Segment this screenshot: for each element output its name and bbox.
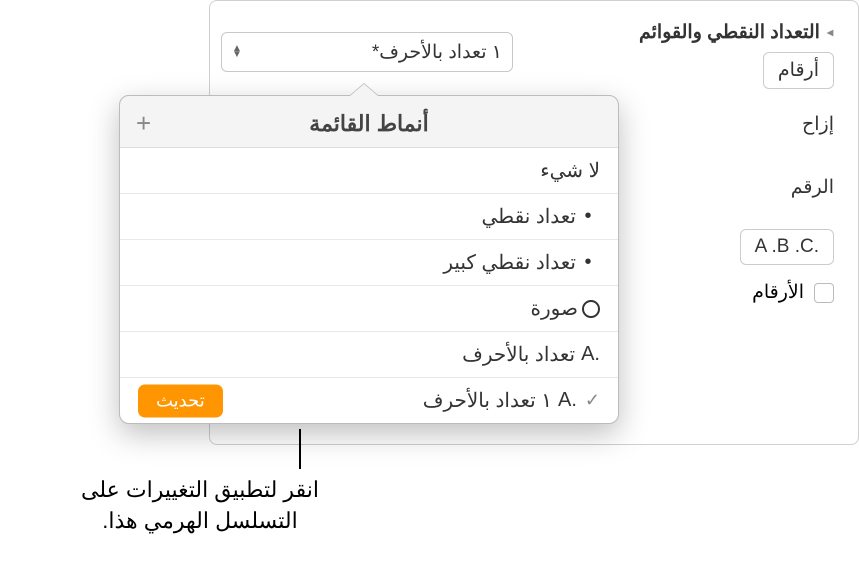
list-item-image[interactable]: صورة (120, 286, 618, 332)
list-item-none[interactable]: لا شيء (120, 148, 618, 194)
checkmark-icon: ✓ (585, 390, 600, 411)
list-item-lettered[interactable]: A. تعداد بالأحرف (120, 332, 618, 378)
bullet-circle-icon (582, 300, 600, 318)
disclosure-triangle-icon: ▾ (824, 29, 838, 35)
section-title: التعداد النقطي والقوائم (639, 21, 820, 44)
number-format-display[interactable]: .A .B .C (740, 229, 834, 265)
list-styles-list: لا شيء تعداد نقطي تعداد نقطي كبير صورة A… (120, 147, 618, 423)
callout-leader-line (299, 429, 301, 469)
chevron-updown-icon: ▲▼ (232, 46, 242, 58)
callout-text: انقر لتطبيق التغييرات على التسلسل الهرمي… (60, 475, 340, 537)
prefix-label: A. (581, 343, 600, 366)
add-style-button[interactable]: + (136, 108, 166, 139)
tiered-numbers-label: الأرقام (752, 281, 804, 304)
popover-title: أنماط القائمة (166, 111, 572, 137)
list-styles-popover: + أنماط القائمة لا شيء تعداد نقطي تعداد … (119, 95, 619, 424)
list-item-bullet-large[interactable]: تعداد نقطي كبير (120, 240, 618, 286)
list-item-bullet[interactable]: تعداد نقطي (120, 194, 618, 240)
list-item-lettered-1[interactable]: ✓ A. ١ تعداد بالأحرف تحديث (120, 378, 618, 423)
bullet-dot-icon (576, 205, 600, 228)
numbers-tab-button[interactable]: أرقام (763, 52, 834, 89)
list-style-dropdown[interactable]: ١ تعداد بالأحرف* ▲▼ (221, 32, 513, 72)
bullet-dot-icon (576, 251, 600, 274)
tiered-numbers-checkbox[interactable] (814, 283, 834, 303)
update-style-button[interactable]: تحديث (138, 384, 223, 417)
prefix-label: A. (558, 389, 577, 412)
list-style-dropdown-value: ١ تعداد بالأحرف* (372, 41, 502, 64)
